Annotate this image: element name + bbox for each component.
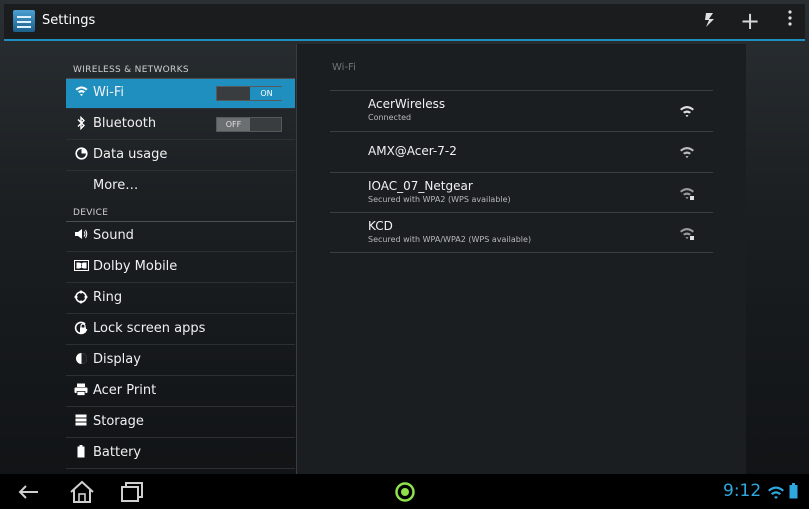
app-launcher-button[interactable] xyxy=(393,480,423,504)
ring-icon xyxy=(73,290,89,306)
sidebar-item-storage[interactable]: Storage xyxy=(66,408,295,438)
tablet-screen: Settings + WIRELESS & NETWORKS Wi-Fi ON … xyxy=(0,0,809,509)
bluetooth-icon xyxy=(73,115,89,132)
settings-app-icon[interactable] xyxy=(13,10,35,32)
sidebar-item-display[interactable]: Display xyxy=(66,346,295,376)
storage-icon xyxy=(73,414,89,430)
toggle-state: OFF xyxy=(217,118,250,131)
printer-icon xyxy=(73,383,89,399)
sidebar-item-sound[interactable]: Sound xyxy=(66,222,295,252)
wifi-status-icon xyxy=(768,486,784,499)
add-icon[interactable]: + xyxy=(737,9,763,33)
recent-apps-button[interactable] xyxy=(118,480,148,504)
network-status: Secured with WPA2 (WPS available) xyxy=(368,195,511,204)
network-name: AMX@Acer-7-2 xyxy=(368,144,457,158)
network-item[interactable]: IOAC_07_Netgear Secured with WPA2 (WPS a… xyxy=(330,173,713,213)
network-status: Secured with WPA/WPA2 (WPS available) xyxy=(368,235,532,244)
sidebar-item-label: Display xyxy=(93,352,141,367)
page-title: Settings xyxy=(42,13,96,28)
sidebar-item-label: Lock screen apps xyxy=(93,321,206,336)
sidebar-item-label: Bluetooth xyxy=(93,116,157,131)
network-item[interactable]: AMX@Acer-7-2 xyxy=(330,132,713,172)
display-icon xyxy=(73,352,89,368)
wifi-toggle[interactable]: ON xyxy=(216,86,283,101)
sidebar-item-label: Dolby Mobile xyxy=(93,259,178,274)
sidebar-item-data-usage[interactable]: Data usage xyxy=(66,141,295,171)
wifi-signal-icon xyxy=(680,106,694,117)
sidebar-item-ring[interactable]: Ring xyxy=(66,284,295,314)
settings-list: WIRELESS & NETWORKS Wi-Fi ON Bluetooth O… xyxy=(66,44,295,474)
sound-icon xyxy=(73,228,89,244)
sidebar-item-battery[interactable]: Battery xyxy=(66,439,295,469)
battery-icon xyxy=(73,445,89,461)
status-clock: 9:12 xyxy=(723,481,762,501)
wifi-panel-header: Wi-Fi xyxy=(332,62,356,73)
recent-apps-icon xyxy=(121,482,143,502)
network-name: AcerWireless xyxy=(368,97,446,111)
sidebar-item-bluetooth[interactable]: Bluetooth OFF xyxy=(66,110,295,140)
bluetooth-toggle[interactable]: OFF xyxy=(216,117,282,132)
sidebar-item-lock-screen-apps[interactable]: Lock screen apps xyxy=(66,315,295,345)
sidebar-item-label: Storage xyxy=(93,414,144,429)
wifi-secured-icon xyxy=(680,188,694,200)
sidebar-item-acer-print[interactable]: Acer Print xyxy=(66,377,295,407)
lock-screen-icon xyxy=(73,321,89,337)
section-header-wireless: WIRELESS & NETWORKS xyxy=(73,65,189,75)
wifi-panel: Wi-Fi AcerWireless Connected AMX@Acer-7-… xyxy=(296,44,746,474)
sidebar-item-label: Ring xyxy=(93,290,123,305)
network-status: Connected xyxy=(368,113,412,122)
sidebar-item-label: Acer Print xyxy=(93,383,157,398)
sidebar-item-label: Battery xyxy=(93,445,142,460)
data-usage-icon xyxy=(73,147,89,163)
wifi-signal-icon xyxy=(680,147,694,158)
sidebar-item-label: Wi-Fi xyxy=(93,85,125,100)
action-bar: Settings + xyxy=(4,4,805,41)
home-button[interactable] xyxy=(68,480,98,504)
back-icon xyxy=(18,485,38,499)
sidebar-item-label: Sound xyxy=(93,228,134,243)
network-item[interactable]: AcerWireless Connected xyxy=(330,91,713,131)
sidebar-item-dolby-mobile[interactable]: Dolby Mobile xyxy=(66,253,295,283)
battery-status-icon xyxy=(789,483,798,499)
section-header-device: DEVICE xyxy=(73,208,109,218)
dolby-icon xyxy=(73,259,89,275)
back-button[interactable] xyxy=(16,480,46,504)
sidebar-item-wifi[interactable]: Wi-Fi ON xyxy=(66,79,295,109)
network-name: KCD xyxy=(368,219,393,233)
sidebar-item-more[interactable]: More… xyxy=(66,172,295,202)
overflow-menu-icon[interactable] xyxy=(777,9,803,33)
ring-launcher-icon xyxy=(395,482,415,502)
wifi-icon xyxy=(73,85,89,101)
sidebar-item-label: More… xyxy=(93,178,139,193)
wifi-secured-icon xyxy=(680,228,694,240)
toggle-state: ON xyxy=(250,87,283,100)
network-item[interactable]: KCD Secured with WPA/WPA2 (WPS available… xyxy=(330,213,713,253)
sidebar-item-label: Data usage xyxy=(93,147,168,162)
sync-icon[interactable] xyxy=(697,9,723,33)
home-icon xyxy=(70,480,94,503)
network-name: IOAC_07_Netgear xyxy=(368,179,473,193)
system-nav-bar: 9:12 xyxy=(0,474,809,509)
